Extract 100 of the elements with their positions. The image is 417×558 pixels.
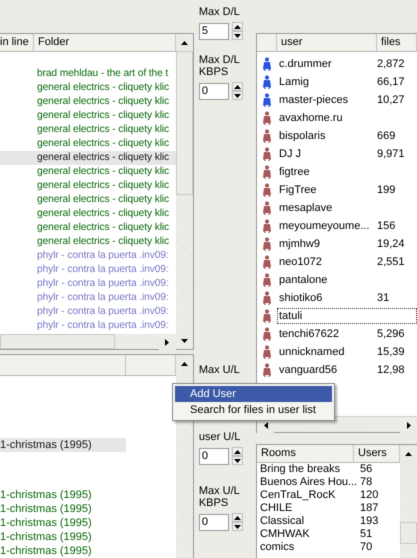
folder-row[interactable]: general electrics - cliquety klic [0, 137, 176, 151]
spin-down-button[interactable] [232, 31, 243, 40]
user-name[interactable]: mesaplave [277, 200, 371, 216]
file-count: 10,27 [376, 94, 405, 106]
upload-row[interactable]: 1-christmas (1995) [0, 438, 126, 452]
number-field[interactable]: 0 [198, 514, 229, 530]
file-count: 15,39 [376, 346, 405, 358]
upload-row[interactable]: 1-christmas (1995) [0, 502, 126, 516]
column-header[interactable]: user [277, 34, 377, 51]
folder-row[interactable]: general electrics - cliquety klic [0, 221, 176, 235]
file-count: 66,17 [376, 76, 405, 88]
folder-row[interactable]: general electrics - cliquety klic [0, 151, 176, 165]
setting-label: Max D/L [198, 6, 241, 18]
room-name[interactable]: CMHWAK [260, 528, 360, 541]
setting-label: Max D/L KBPS [198, 54, 240, 78]
user-name[interactable]: Lamig [277, 74, 371, 90]
folder-row[interactable]: general electrics - cliquety klic [0, 193, 176, 207]
scrollbar-thumb[interactable] [400, 522, 417, 544]
user-name[interactable]: tatuli [277, 308, 417, 324]
user-count: 187 [360, 502, 378, 515]
column-header[interactable]: Rooms [257, 445, 354, 462]
menu-item[interactable]: Add User [175, 386, 332, 402]
file-count: 5,296 [376, 328, 405, 340]
down-arrow-icon [180, 338, 188, 342]
user-name[interactable]: neo1072 [277, 254, 371, 270]
file-count: 2,872 [376, 58, 405, 70]
user-name[interactable]: master-pieces [277, 92, 371, 108]
folder-row[interactable]: general electrics - cliquety klic [0, 165, 176, 179]
room-name[interactable]: Buenos Aires Hou... [260, 476, 360, 489]
down-arrow-icon [234, 34, 241, 38]
user-name[interactable]: vanguard56 [277, 362, 371, 378]
folder-row[interactable]: general electrics - cliquety klic [0, 81, 176, 95]
column-header[interactable]: in line [0, 34, 34, 51]
file-count: 31 [376, 292, 390, 304]
user-count: 193 [360, 515, 378, 528]
up-arrow-icon [234, 450, 241, 454]
user-name[interactable]: shiotiko6 [277, 290, 371, 306]
column-header[interactable]: files [377, 34, 417, 51]
room-name[interactable]: CenTraL_RocK [260, 489, 360, 502]
folder-row[interactable]: general electrics - cliquety klic [0, 123, 176, 137]
up-arrow-icon [234, 24, 241, 28]
file-count: 2,551 [376, 256, 405, 268]
file-count: 669 [376, 130, 396, 142]
folder-row[interactable]: general electrics - cliquety klic [0, 109, 176, 123]
user-count: 78 [360, 476, 372, 489]
user-name[interactable]: unnicknamed [277, 344, 371, 360]
number-field[interactable]: 0 [198, 82, 229, 100]
vertical-scrollbar[interactable] [176, 34, 193, 349]
folder-row[interactable]: phylr - contra la puerta .inv09: [0, 263, 176, 277]
folder-row[interactable]: phylr - contra la puerta .inv09: [0, 305, 176, 319]
user-name[interactable]: meyoumeyoume... [277, 218, 371, 234]
upload-row[interactable]: 1-christmas (1995) [0, 544, 126, 558]
user-name[interactable]: avaxhome.ru [277, 110, 371, 126]
spin-up-button[interactable] [232, 513, 243, 522]
room-name[interactable]: Bring the breaks [260, 463, 360, 476]
up-arrow-icon [405, 452, 412, 456]
room-name[interactable]: CHILE [260, 502, 360, 515]
user-name[interactable]: bispolaris [277, 128, 371, 144]
spin-up-button[interactable] [232, 82, 243, 91]
folder-row[interactable]: phylr - contra la puerta .inv09: [0, 249, 176, 263]
setting-label: user U/L [198, 431, 242, 443]
upload-row[interactable]: 1-christmas (1995) [0, 516, 126, 530]
menu-item[interactable]: Search for files in user list [175, 402, 332, 418]
spin-down-button[interactable] [232, 91, 243, 100]
folder-row[interactable]: general electrics - cliquety klic [0, 95, 176, 109]
user-count: 51 [360, 528, 372, 541]
folder-row[interactable]: general electrics - cliquety klic [0, 235, 176, 249]
up-arrow-icon [234, 84, 241, 88]
scrollbar-track[interactable] [400, 544, 417, 558]
folder-row[interactable]: brad mehldau - the art of the t [0, 67, 176, 81]
number-field[interactable]: 0 [198, 448, 229, 464]
folder-row[interactable]: general electrics - cliquety klic [0, 179, 176, 193]
user-name[interactable]: FigTree [277, 182, 371, 198]
user-name[interactable]: figtree [277, 164, 371, 180]
user-name[interactable]: DJ J [277, 146, 371, 162]
user-name[interactable]: tenchi67622 [277, 326, 371, 342]
vertical-scrollbar[interactable] [400, 445, 417, 558]
folder-row[interactable]: general electrics - cliquety klic [0, 207, 176, 221]
room-name[interactable]: Classical [260, 515, 360, 528]
number-field[interactable]: 5 [198, 22, 229, 40]
spin-up-button[interactable] [232, 447, 243, 456]
spin-up-button[interactable] [232, 22, 243, 31]
room-name[interactable]: comics [260, 541, 360, 554]
user-count: 56 [360, 463, 372, 476]
setting-label: Max U/L [198, 364, 241, 376]
upload-row[interactable]: 1-christmas (1995) [0, 488, 126, 502]
upload-row[interactable]: 1-christmas (1995) [0, 530, 126, 544]
horizontal-scrollbar[interactable] [0, 334, 176, 349]
spin-down-button[interactable] [232, 522, 243, 531]
user-count: 70 [360, 541, 372, 554]
file-count: 9,971 [376, 148, 405, 160]
folder-row[interactable]: phylr - contra la puerta .inv09: [0, 277, 176, 291]
folder-row[interactable]: phylr - contra la puerta .inv09: [0, 319, 176, 333]
user-count: 120 [360, 489, 378, 502]
user-name[interactable]: mjmhw9 [277, 236, 371, 252]
spin-down-button[interactable] [232, 456, 243, 465]
user-name[interactable]: pantalone [277, 272, 371, 288]
file-count: 199 [376, 184, 396, 196]
folder-row[interactable]: phylr - contra la puerta .inv09: [0, 291, 176, 305]
user-name[interactable]: c.drummer [277, 56, 371, 72]
